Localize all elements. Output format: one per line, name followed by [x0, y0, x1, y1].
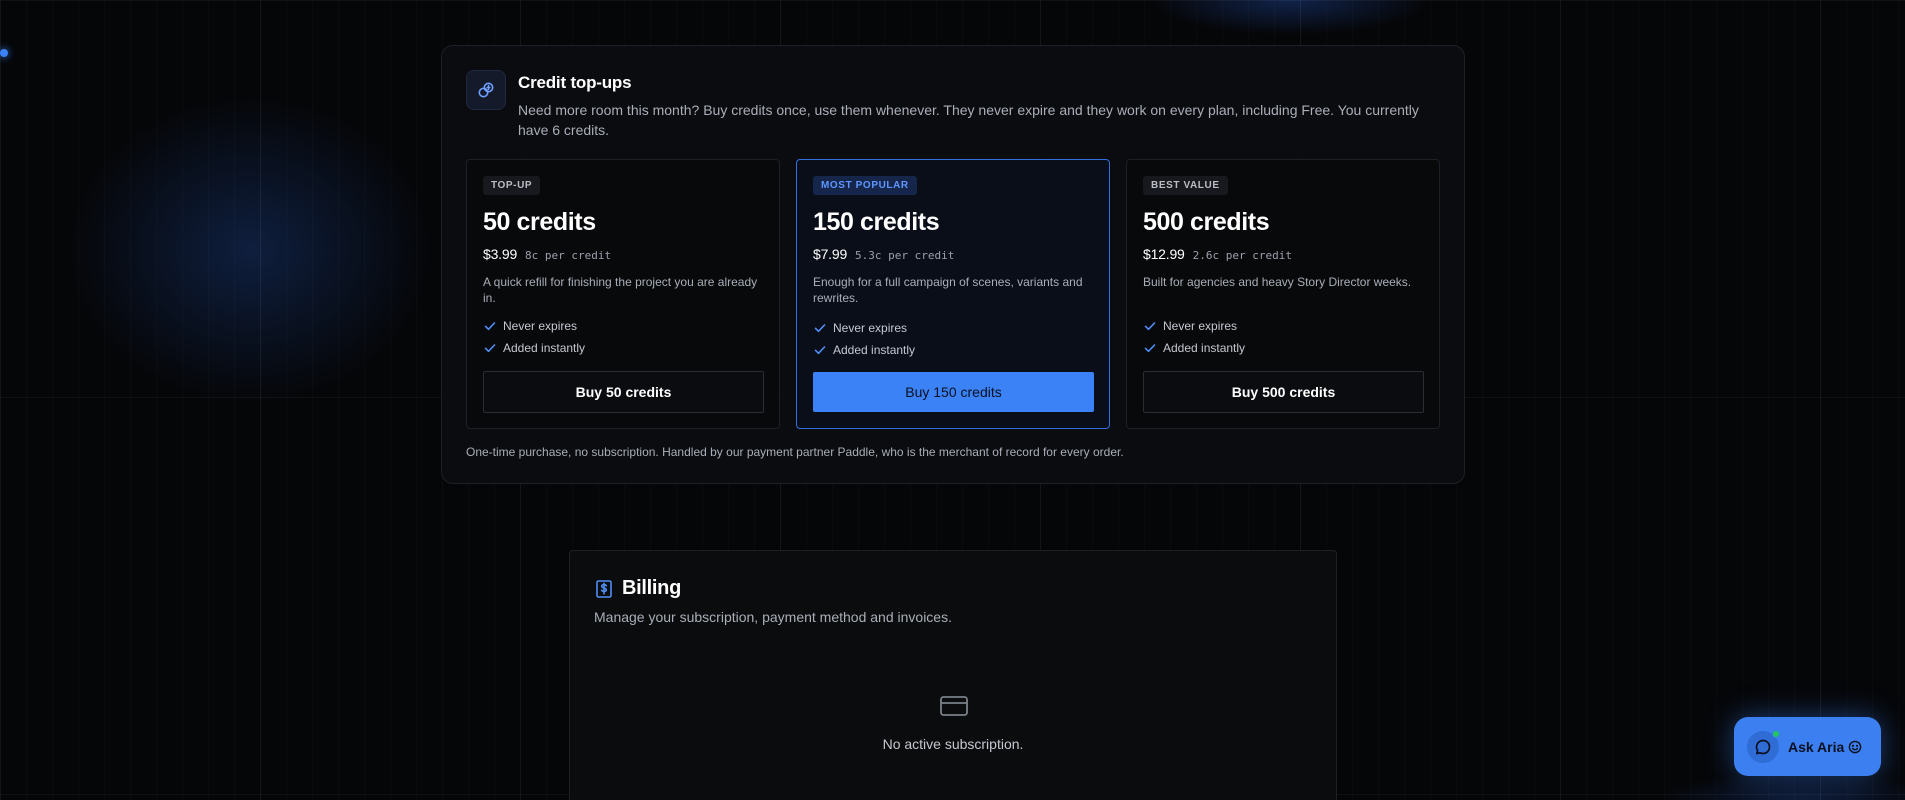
feature-item: Added instantly — [483, 337, 585, 359]
feature-item: Never expires — [483, 315, 585, 337]
online-status-dot — [1772, 729, 1780, 738]
plan-card-50: TOP-UP 50 credits $3.99 8c per credit A … — [466, 159, 780, 429]
plan-card-150: MOST POPULAR 150 credits $7.99 5.3c per … — [796, 159, 1110, 429]
plan-name: 50 credits — [483, 208, 596, 236]
check-icon — [813, 343, 827, 357]
feature-list: Never expires Added instantly — [1143, 315, 1245, 359]
check-icon — [483, 319, 497, 333]
page: Credit top-ups Need more room this month… — [0, 0, 1905, 800]
smiley-icon — [1848, 740, 1862, 754]
feature-label: Added instantly — [503, 341, 586, 355]
feature-item: Added instantly — [1143, 337, 1245, 359]
feature-item: Never expires — [1143, 315, 1245, 337]
plan-description: Built for agencies and heavy Story Direc… — [1143, 275, 1412, 289]
feature-label: Added instantly — [833, 343, 916, 357]
feature-list: Never expires Added instantly — [813, 317, 915, 361]
feature-label: Added instantly — [1163, 341, 1246, 355]
check-icon — [1143, 341, 1157, 355]
edge-indicator-dot — [0, 49, 8, 57]
plan-card-500: BEST VALUE 500 credits $12.99 2.6c per c… — [1126, 159, 1440, 429]
plan-description: Enough for a full campaign of scenes, va… — [813, 275, 1083, 305]
credit-topups-card: Credit top-ups Need more room this month… — [441, 45, 1465, 484]
credit-card-icon — [939, 694, 969, 718]
plan-per-credit: 8c per credit — [525, 249, 612, 262]
plan-per-credit: 5.3c per credit — [855, 249, 955, 262]
feature-label: Never expires — [1163, 319, 1238, 333]
ask-aria-button[interactable]: Ask Aria — [1734, 717, 1881, 776]
check-icon — [1143, 319, 1157, 333]
feature-label: Never expires — [833, 321, 908, 335]
feature-item: Added instantly — [813, 339, 915, 361]
topups-title: Credit top-ups — [518, 73, 632, 92]
price-row: $12.99 2.6c per credit — [1143, 246, 1292, 262]
dollar-receipt-icon — [594, 579, 614, 599]
buy-150-credits-button[interactable]: Buy 150 credits — [813, 372, 1094, 412]
plan-description: A quick refill for finishing the project… — [483, 275, 758, 305]
plan-name: 150 credits — [813, 208, 940, 236]
no-subscription-message: No active subscription. — [882, 736, 1024, 752]
check-icon — [813, 321, 827, 335]
plan-name: 500 credits — [1143, 208, 1270, 236]
link-coins-icon — [466, 70, 506, 110]
chat-bubble-icon — [1747, 729, 1780, 763]
plan-price: $3.99 — [483, 246, 518, 262]
billing-description: Manage your subscription, payment method… — [594, 609, 952, 625]
plan-price: $7.99 — [813, 246, 848, 262]
plan-price: $12.99 — [1143, 246, 1185, 262]
plan-badge: TOP-UP — [483, 176, 541, 195]
price-row: $7.99 5.3c per credit — [813, 246, 954, 262]
check-icon — [483, 341, 497, 355]
buy-50-credits-button[interactable]: Buy 50 credits — [483, 371, 764, 413]
feature-item: Never expires — [813, 317, 915, 339]
plan-badge: BEST VALUE — [1143, 176, 1228, 195]
topups-footnote: One-time purchase, no subscription. Hand… — [466, 445, 1124, 459]
plan-per-credit: 2.6c per credit — [1192, 249, 1292, 262]
feature-label: Never expires — [503, 319, 578, 333]
topups-description: Need more room this month? Buy credits o… — [518, 102, 1419, 138]
feature-list: Never expires Added instantly — [483, 315, 585, 359]
buy-500-credits-button[interactable]: Buy 500 credits — [1143, 371, 1424, 413]
ask-aria-label: Ask Aria — [1788, 738, 1845, 755]
plan-list: TOP-UP 50 credits $3.99 8c per credit A … — [466, 159, 1442, 429]
price-row: $3.99 8c per credit — [483, 246, 611, 262]
billing-title: Billing — [622, 577, 682, 599]
billing-card: Billing Manage your subscription, paymen… — [569, 550, 1337, 800]
plan-badge: MOST POPULAR — [813, 176, 917, 195]
